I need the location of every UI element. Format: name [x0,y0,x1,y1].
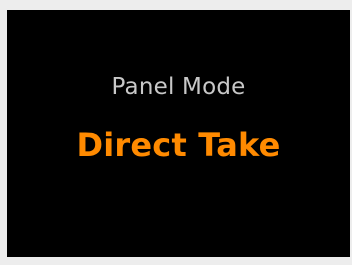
panel-mode-value: Direct Take [76,126,281,164]
panel-mode-label: Panel Mode [111,74,246,100]
panel-display: Panel Mode Direct Take [7,10,350,257]
device-bezel: Panel Mode Direct Take [0,0,352,265]
